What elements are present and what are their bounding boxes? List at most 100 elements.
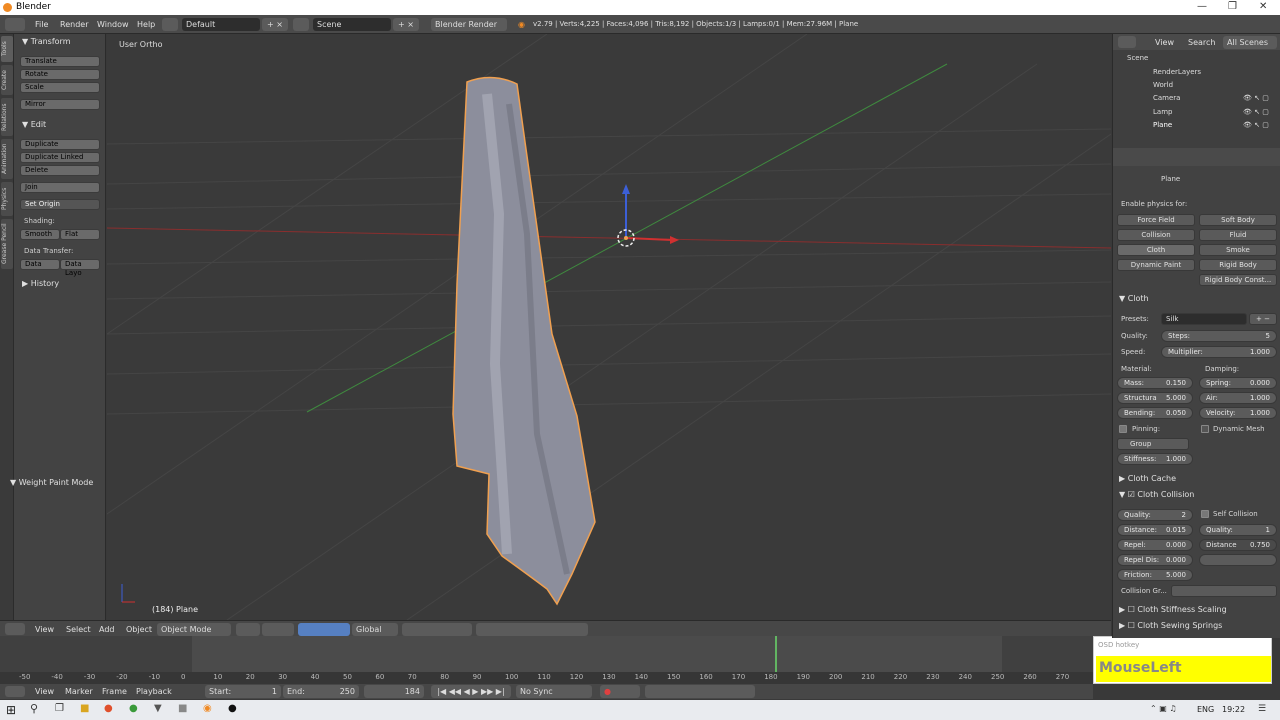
duplicate-linked-button[interactable]: Duplicate Linked (20, 152, 100, 163)
layout-selector[interactable]: Default (182, 18, 260, 31)
restore-icon[interactable]: ❐ (1228, 1, 1237, 12)
app-icon-2[interactable]: ■ (178, 703, 187, 714)
transform-header[interactable]: ▼ Transform (22, 37, 71, 46)
layer-buttons[interactable] (402, 623, 472, 636)
outliner-row-renderlayers[interactable]: RenderLayers (1153, 68, 1201, 76)
start-frame-field[interactable]: Start: 1 (205, 685, 281, 698)
close-icon[interactable]: ✕ (1259, 1, 1267, 12)
obs-icon[interactable]: ● (228, 703, 237, 714)
dynamic-mesh-checkbox[interactable] (1201, 425, 1209, 433)
app-icon[interactable]: ▼ (154, 703, 162, 714)
scene-selector[interactable]: Scene (313, 18, 391, 31)
timeline-playhead[interactable] (775, 636, 778, 672)
x-gizmo-arrow[interactable] (625, 237, 673, 241)
collision-button[interactable]: Collision (1117, 229, 1195, 241)
multiplier-field[interactable]: Multiplier: 1.000 (1161, 346, 1277, 358)
x-gizmo-head[interactable] (670, 236, 679, 244)
cloth-collision-header[interactable]: ▼ ☑ Cloth Collision (1119, 490, 1194, 499)
distance-field[interactable]: Distance: 0.015 (1117, 524, 1193, 536)
timeline-playback-menu[interactable]: Playback (136, 687, 172, 696)
task-view-icon[interactable]: ❐ (55, 703, 64, 714)
cloth-cache-header[interactable]: ▶ Cloth Cache (1119, 474, 1176, 483)
viewport-add-menu[interactable]: Add (99, 625, 115, 634)
spring-field[interactable]: Spring: 0.000 (1199, 377, 1277, 389)
self-collision-distance-field[interactable]: Distance 0.750 (1199, 539, 1277, 551)
firefox-icon[interactable]: ● (104, 703, 113, 714)
stiffness-scaling-header[interactable]: ▶ ☐ Cloth Stiffness Scaling (1119, 605, 1227, 614)
file-explorer-icon[interactable]: ■ (80, 703, 89, 714)
blender-taskbar-icon[interactable]: ◉ (203, 703, 212, 714)
timeline-frame-menu[interactable]: Frame (102, 687, 127, 696)
outliner-view-menu[interactable]: View (1155, 38, 1174, 47)
delete-button[interactable]: Delete (20, 165, 100, 176)
tab-relations[interactable]: Relations (1, 98, 13, 136)
z-gizmo-head[interactable] (622, 184, 630, 194)
outliner-row-plane[interactable]: Plane (1153, 121, 1172, 129)
outliner-editor-icon[interactable] (1118, 36, 1136, 48)
shading-select-icon[interactable] (236, 623, 260, 636)
layout-grid-icon[interactable] (162, 18, 178, 31)
preset-select[interactable]: Silk (1161, 313, 1247, 325)
viewport-view-menu[interactable]: View (35, 625, 54, 634)
search-icon[interactable]: ⚲ (30, 702, 38, 715)
menu-file[interactable]: File (35, 20, 48, 29)
orientation-select[interactable]: Global (352, 623, 398, 636)
repel-field[interactable]: Repel: 0.000 (1117, 539, 1193, 551)
mode-select[interactable]: Object Mode (157, 623, 231, 636)
outliner-row-lamp[interactable]: Lamp (1153, 108, 1172, 116)
friction-field[interactable]: Friction: 5.000 (1117, 569, 1193, 581)
playback-controls[interactable]: |◀ ◀◀ ◀ ▶ ▶▶ ▶| (431, 685, 511, 698)
outliner-row-world[interactable]: World (1153, 81, 1173, 89)
outliner-filter-select[interactable]: All Scenes (1223, 36, 1277, 49)
data-layout-button[interactable]: Data Layo (60, 259, 100, 277)
camera-visibility-icon[interactable]: 👁 ↖ ▢ (1243, 94, 1269, 102)
pivot-select-icon[interactable] (262, 623, 294, 636)
smoke-button[interactable]: Smoke (1199, 244, 1277, 256)
stiffness-field[interactable]: Stiffness: 1.000 (1117, 453, 1193, 465)
tab-animation[interactable]: Animation (1, 139, 13, 179)
menu-render[interactable]: Render (60, 20, 88, 29)
force-field-button[interactable]: Force Field (1117, 214, 1195, 226)
pinning-group-field[interactable]: Group (1117, 438, 1189, 450)
tab-create[interactable]: Create (1, 65, 13, 95)
manipulator-toggle-icon[interactable] (298, 623, 350, 636)
cloth-plane[interactable] (452, 76, 596, 606)
translate-button[interactable]: Translate (20, 56, 100, 67)
sync-mode-select[interactable]: No Sync (516, 685, 592, 698)
repel-distance-field[interactable]: Repel Dis: 0.000 (1117, 554, 1193, 566)
set-origin-select[interactable]: Set Origin (20, 199, 100, 210)
fluid-button[interactable]: Fluid (1199, 229, 1277, 241)
weight-paint-header[interactable]: ▼ Weight Paint Mode (10, 478, 93, 487)
tab-physics[interactable]: Physics (1, 182, 13, 216)
timeline[interactable]: -50 -40 -30 -20 -10 0 10 20 30 40 50 60 70 80 90 100 110… (0, 636, 1093, 684)
keying-set-field[interactable] (645, 685, 755, 698)
scene-icon[interactable] (293, 18, 309, 31)
outliner-search-menu[interactable]: Search (1188, 38, 1215, 47)
layout-add-remove-icon[interactable]: + × (262, 18, 288, 31)
rigid-body-constraint-button[interactable]: Rigid Body Const... (1199, 274, 1277, 286)
timeline-marker-menu[interactable]: Marker (65, 687, 93, 696)
sewing-springs-header[interactable]: ▶ ☐ Cloth Sewing Springs (1119, 621, 1222, 630)
join-button[interactable]: Join (20, 182, 100, 193)
bending-field[interactable]: Bending: 0.050 (1117, 407, 1193, 419)
notifications-icon[interactable]: ☰ (1258, 704, 1266, 714)
properties-tabs[interactable] (1113, 148, 1280, 166)
mass-field[interactable]: Mass: 0.150 (1117, 377, 1193, 389)
smooth-button[interactable]: Smooth (20, 229, 60, 240)
menu-window[interactable]: Window (97, 20, 129, 29)
timeline-view-menu[interactable]: View (35, 687, 54, 696)
flat-button[interactable]: Flat (60, 229, 100, 240)
rigid-body-button[interactable]: Rigid Body (1199, 259, 1277, 271)
self-collision-group-field[interactable] (1199, 554, 1277, 566)
lamp-visibility-icon[interactable]: 👁 ↖ ▢ (1243, 108, 1269, 116)
velocity-field[interactable]: Velocity: 1.000 (1199, 407, 1277, 419)
tab-tools[interactable]: Tools (1, 36, 13, 62)
pinning-checkbox[interactable] (1119, 425, 1127, 433)
dynamic-paint-button[interactable]: Dynamic Paint (1117, 259, 1195, 271)
collision-quality-field[interactable]: Quality: 2 (1117, 509, 1193, 521)
preset-add-remove-icon[interactable]: + − (1249, 313, 1277, 325)
plane-visibility-icon[interactable]: 👁 ↖ ▢ (1243, 121, 1269, 129)
3d-viewport[interactable]: User Ortho (184) Plane (107, 34, 1111, 620)
data-transfer-button[interactable]: Data (20, 259, 60, 270)
windows-start-icon[interactable]: ⊞ (6, 703, 16, 717)
